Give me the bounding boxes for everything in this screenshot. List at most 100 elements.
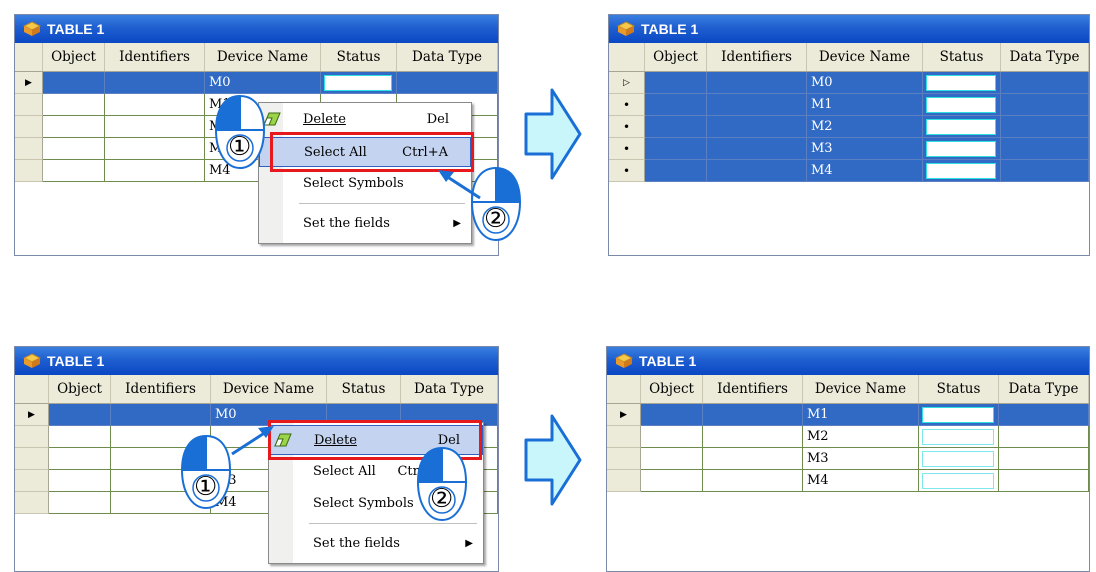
table-row[interactable]: M4 — [607, 470, 1089, 492]
identifiers-cell[interactable] — [707, 72, 807, 94]
status-box — [922, 473, 994, 489]
identifiers-cell[interactable] — [707, 94, 807, 116]
column-header-object[interactable]: Object — [645, 43, 707, 71]
device-name-cell[interactable]: M4 — [803, 470, 919, 492]
data-grid[interactable]: Object Identifiers Device Name Status Da… — [607, 375, 1089, 571]
data-type-cell[interactable] — [397, 72, 498, 94]
object-cell[interactable] — [43, 94, 105, 116]
status-cell[interactable] — [923, 94, 1001, 116]
object-cell[interactable] — [641, 404, 703, 426]
object-cell[interactable] — [645, 138, 707, 160]
identifiers-cell[interactable] — [105, 94, 205, 116]
identifiers-cell[interactable] — [703, 448, 803, 470]
identifiers-cell[interactable] — [105, 72, 205, 94]
column-header-identifiers[interactable]: Identifiers — [111, 375, 211, 403]
device-name-cell[interactable]: M4 — [807, 160, 923, 182]
device-name-cell[interactable]: M2 — [807, 116, 923, 138]
status-cell[interactable] — [321, 72, 397, 94]
data-type-cell[interactable] — [999, 470, 1089, 492]
identifiers-cell[interactable] — [111, 404, 211, 426]
object-cell[interactable] — [43, 160, 105, 182]
object-cell[interactable] — [49, 448, 111, 470]
column-header-status[interactable]: Status — [327, 375, 401, 403]
device-name-cell[interactable]: M2 — [803, 426, 919, 448]
data-type-cell[interactable] — [999, 404, 1089, 426]
identifiers-cell[interactable] — [703, 470, 803, 492]
table-row[interactable]: ▶ M0 — [15, 72, 498, 94]
column-header-status[interactable]: Status — [321, 43, 397, 71]
identifiers-cell[interactable] — [707, 138, 807, 160]
column-header-identifiers[interactable]: Identifiers — [707, 43, 807, 71]
column-header-identifiers[interactable]: Identifiers — [105, 43, 205, 71]
identifiers-cell[interactable] — [105, 138, 205, 160]
object-cell[interactable] — [49, 426, 111, 448]
identifiers-cell[interactable] — [707, 116, 807, 138]
data-type-cell[interactable] — [1001, 94, 1089, 116]
device-name-cell[interactable]: M1 — [807, 94, 923, 116]
object-cell[interactable] — [43, 72, 105, 94]
table-row[interactable]: • M2 — [609, 116, 1089, 138]
column-header-status[interactable]: Status — [919, 375, 999, 403]
identifiers-cell[interactable] — [105, 116, 205, 138]
table-row[interactable]: ▷ M0 — [609, 72, 1089, 94]
menu-item-set-fields[interactable]: Set the fields ▶ — [269, 529, 483, 559]
column-header-object[interactable]: Object — [43, 43, 105, 71]
table-row[interactable]: ▶ M1 — [607, 404, 1089, 426]
object-cell[interactable] — [49, 404, 111, 426]
column-header-data-type[interactable]: Data Type — [999, 375, 1089, 403]
table-row[interactable]: • M1 — [609, 94, 1089, 116]
status-cell[interactable] — [923, 160, 1001, 182]
object-cell[interactable] — [43, 116, 105, 138]
status-cell[interactable] — [923, 72, 1001, 94]
object-cell[interactable] — [645, 116, 707, 138]
column-header-device-name[interactable]: Device Name — [803, 375, 919, 403]
data-type-cell[interactable] — [1001, 160, 1089, 182]
device-name-cell[interactable]: M3 — [803, 448, 919, 470]
object-cell[interactable] — [43, 138, 105, 160]
device-name-cell[interactable]: M1 — [803, 404, 919, 426]
data-grid[interactable]: Object Identifiers Device Name Status Da… — [609, 43, 1089, 255]
object-cell[interactable] — [641, 448, 703, 470]
object-cell[interactable] — [645, 72, 707, 94]
column-header-device-name[interactable]: Device Name — [205, 43, 321, 71]
table-row[interactable]: M2 — [607, 426, 1089, 448]
data-type-cell[interactable] — [1001, 116, 1089, 138]
data-type-cell[interactable] — [999, 448, 1089, 470]
column-header-data-type[interactable]: Data Type — [1001, 43, 1089, 71]
identifiers-cell[interactable] — [703, 426, 803, 448]
object-cell[interactable] — [49, 470, 111, 492]
object-cell[interactable] — [641, 426, 703, 448]
status-cell[interactable] — [919, 470, 999, 492]
identifiers-cell[interactable] — [703, 404, 803, 426]
column-header-data-type[interactable]: Data Type — [397, 43, 498, 71]
column-header-identifiers[interactable]: Identifiers — [703, 375, 803, 403]
column-header-device-name[interactable]: Device Name — [807, 43, 923, 71]
object-cell[interactable] — [645, 160, 707, 182]
status-cell[interactable] — [919, 426, 999, 448]
table-row[interactable]: M3 — [607, 448, 1089, 470]
status-cell[interactable] — [919, 404, 999, 426]
object-cell[interactable] — [641, 470, 703, 492]
column-header-device-name[interactable]: Device Name — [211, 375, 327, 403]
device-name-cell[interactable]: M0 — [807, 72, 923, 94]
column-header-object[interactable]: Object — [49, 375, 111, 403]
object-cell[interactable] — [645, 94, 707, 116]
object-cell[interactable] — [49, 492, 111, 514]
device-name-cell[interactable]: M0 — [205, 72, 321, 94]
column-header-status[interactable]: Status — [923, 43, 1001, 71]
table-row[interactable]: • M3 — [609, 138, 1089, 160]
column-header-object[interactable]: Object — [641, 375, 703, 403]
device-name-cell[interactable]: M3 — [807, 138, 923, 160]
data-type-cell[interactable] — [1001, 138, 1089, 160]
data-type-cell[interactable] — [999, 426, 1089, 448]
menu-item-delete[interactable]: Delete Del — [259, 105, 471, 135]
data-type-cell[interactable] — [1001, 72, 1089, 94]
status-cell[interactable] — [923, 116, 1001, 138]
column-header-data-type[interactable]: Data Type — [401, 375, 498, 403]
menu-item-set-fields[interactable]: Set the fields ▶ — [259, 209, 471, 239]
table-row[interactable]: • M4 — [609, 160, 1089, 182]
status-cell[interactable] — [919, 448, 999, 470]
status-cell[interactable] — [923, 138, 1001, 160]
identifiers-cell[interactable] — [707, 160, 807, 182]
identifiers-cell[interactable] — [105, 160, 205, 182]
